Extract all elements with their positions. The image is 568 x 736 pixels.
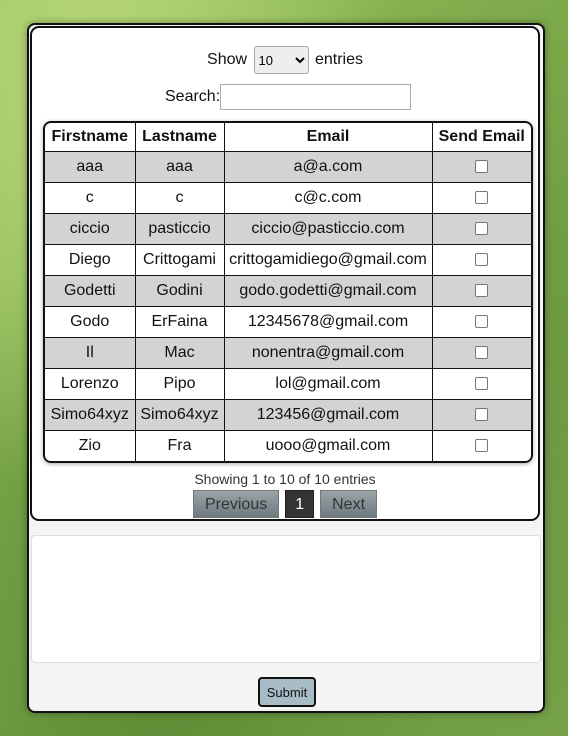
entries-select[interactable]: 10 [253, 46, 309, 74]
previous-button[interactable]: Previous [192, 490, 280, 518]
pagination: Previous 1 Next [32, 490, 538, 518]
cell-email: godo.godetti@gmail.com [223, 275, 433, 307]
next-button[interactable]: Next [320, 490, 378, 518]
table-row: Zio Fra uooo@gmail.com [45, 430, 531, 461]
empty-panel [31, 535, 541, 663]
search-label: Search: [165, 88, 221, 105]
cell-lastname: Godini [134, 275, 225, 307]
users-table-wrapper: Firstname Lastname Email Send Email aaa a… [43, 121, 533, 463]
table-row: Diego Crittogami crittogamidiego@gmail.com [45, 244, 531, 276]
submit-button[interactable]: Submit [258, 677, 316, 707]
cell-firstname: aaa [45, 151, 136, 183]
cell-email: nonentra@gmail.com [223, 337, 433, 369]
entries-label: entries [314, 51, 363, 69]
table-header-row: Firstname Lastname Email Send Email [45, 123, 531, 152]
send-email-checkbox[interactable] [475, 377, 489, 391]
search-input[interactable] [220, 84, 412, 110]
cell-email: lol@gmail.com [223, 368, 433, 400]
cell-email: ciccio@pasticcio.com [223, 213, 433, 245]
cell-send-email [431, 430, 531, 461]
cell-send-email [431, 182, 531, 214]
table-row: Lorenzo Pipo lol@gmail.com [45, 368, 531, 400]
table-info: Showing 1 to 10 of 10 entries [194, 471, 376, 487]
send-email-checkbox[interactable] [475, 284, 489, 298]
cell-send-email [431, 275, 531, 307]
cell-lastname: Crittogami [134, 244, 225, 276]
header-lastname[interactable]: Lastname [134, 123, 225, 152]
cell-firstname: Simo64xyz [45, 399, 136, 431]
cell-lastname: c [134, 182, 225, 214]
cell-lastname: Pipo [134, 368, 225, 400]
cell-lastname: aaa [134, 151, 225, 183]
send-email-checkbox[interactable] [475, 439, 489, 453]
send-email-checkbox[interactable] [475, 253, 489, 267]
search-row: Search: [165, 84, 412, 110]
table-row: aaa aaa a@a.com [45, 151, 531, 183]
table-body: aaa aaa a@a.com c c c@c.com ciccio pasticcio cic… [45, 151, 531, 461]
table-row: c c c@c.com [45, 182, 531, 214]
send-email-checkbox[interactable] [475, 222, 489, 236]
cell-email: crittogamidiego@gmail.com [223, 244, 433, 276]
cell-send-email [431, 151, 531, 183]
cell-email: 123456@gmail.com [223, 399, 433, 431]
cell-send-email [431, 213, 531, 245]
send-email-checkbox[interactable] [475, 160, 489, 174]
send-email-checkbox[interactable] [475, 408, 489, 422]
page-1-button[interactable]: 1 [285, 490, 315, 518]
cell-email: 12345678@gmail.com [223, 306, 433, 338]
form-container: Show 10 entries Search: Firstname Lastna… [27, 23, 545, 713]
cell-send-email [431, 399, 531, 431]
cell-firstname: Il [45, 337, 136, 369]
cell-firstname: Lorenzo [45, 368, 136, 400]
cell-lastname: Simo64xyz [134, 399, 225, 431]
cell-send-email [431, 306, 531, 338]
cell-email: a@a.com [223, 151, 433, 183]
cell-send-email [431, 337, 531, 369]
cell-firstname: Zio [45, 430, 136, 461]
show-label: Show [207, 51, 248, 69]
cell-firstname: Godo [45, 306, 136, 338]
cell-firstname: ciccio [45, 213, 136, 245]
cell-lastname: ErFaina [134, 306, 225, 338]
header-email[interactable]: Email [223, 123, 433, 152]
header-send-email[interactable]: Send Email [431, 123, 531, 152]
cell-firstname: c [45, 182, 136, 214]
cell-email: uooo@gmail.com [223, 430, 433, 461]
table-row: Godo ErFaina 12345678@gmail.com [45, 306, 531, 338]
cell-lastname: pasticcio [134, 213, 225, 245]
cell-firstname: Diego [45, 244, 136, 276]
cell-lastname: Fra [134, 430, 225, 461]
send-email-checkbox[interactable] [475, 346, 489, 360]
users-table: Firstname Lastname Email Send Email aaa a… [45, 123, 531, 461]
length-menu: Show 10 entries [32, 46, 538, 74]
cell-send-email [431, 244, 531, 276]
send-email-checkbox[interactable] [475, 315, 489, 329]
table-card: Show 10 entries Search: Firstname Lastna… [30, 26, 540, 521]
table-row: Il Mac nonentra@gmail.com [45, 337, 531, 369]
header-firstname[interactable]: Firstname [45, 123, 136, 152]
send-email-checkbox[interactable] [475, 191, 489, 205]
cell-send-email [431, 368, 531, 400]
cell-firstname: Godetti [45, 275, 136, 307]
cell-lastname: Mac [134, 337, 225, 369]
cell-email: c@c.com [223, 182, 433, 214]
table-row: Godetti Godini godo.godetti@gmail.com [45, 275, 531, 307]
table-row: ciccio pasticcio ciccio@pasticcio.com [45, 213, 531, 245]
table-row: Simo64xyz Simo64xyz 123456@gmail.com [45, 399, 531, 431]
